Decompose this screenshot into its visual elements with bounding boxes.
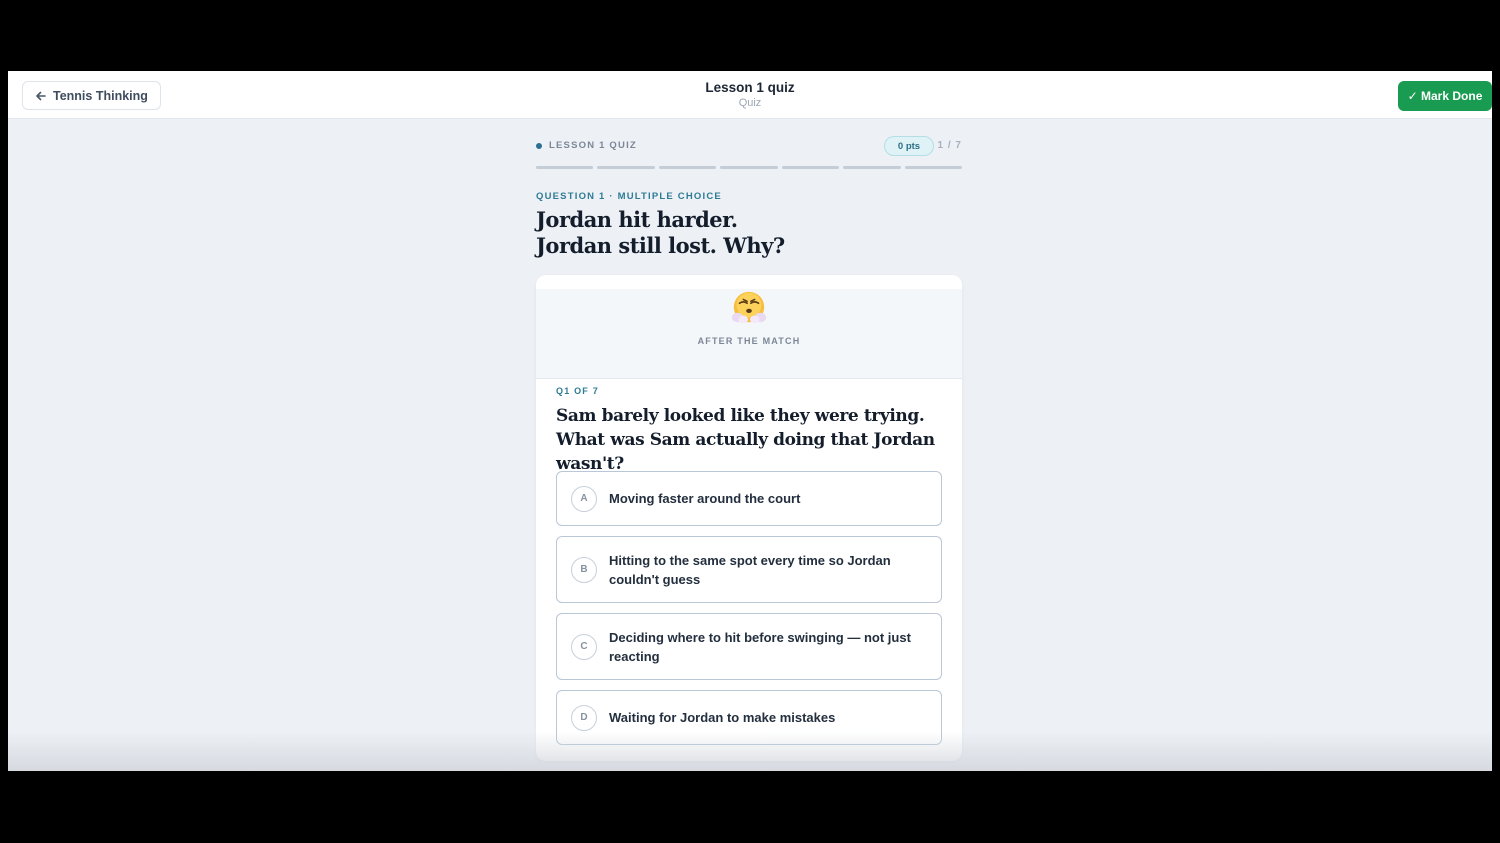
- question-card: AFTER THE MATCH Q1 OF 7 Sam barely looke…: [536, 275, 962, 761]
- question-counter: 1 / 7: [937, 140, 962, 151]
- quiz-header: LESSON 1 QUIZ 0 pts 1 / 7 QUESTION 1 · M…: [536, 133, 962, 258]
- progress-segment: [781, 166, 840, 169]
- quiz-status-row: LESSON 1 QUIZ 0 pts 1 / 7: [536, 133, 962, 159]
- progress-segment: [536, 166, 594, 169]
- question-type-label: QUESTION 1 · MULTIPLE CHOICE: [536, 191, 722, 202]
- quiz-screen: Tennis Thinking Lesson 1 quiz Quiz ✓ Mar…: [8, 71, 1492, 771]
- face-with-steam-emoji-icon: [731, 291, 767, 324]
- section-label: LESSON 1 QUIZ: [536, 140, 637, 151]
- scene-banner: AFTER THE MATCH: [536, 289, 962, 379]
- top-bar: Tennis Thinking Lesson 1 quiz Quiz ✓ Mar…: [8, 71, 1492, 119]
- progress-bar: [536, 166, 962, 169]
- page-subtitle: Quiz: [738, 97, 762, 109]
- dot-icon: [536, 142, 542, 149]
- option-label: Hitting to the same spot every time so J…: [609, 552, 891, 587]
- question-text: Sam barely looked like they were trying.…: [556, 406, 935, 474]
- bottom-fade: [8, 731, 1492, 771]
- page-title-group: Lesson 1 quiz Quiz: [8, 80, 1492, 109]
- answer-options: A Moving faster around the court B Hitti…: [556, 471, 942, 755]
- option-label: Waiting for Jordan to make mistakes: [609, 710, 836, 725]
- progress-segment: [843, 166, 901, 169]
- progress-segment: [597, 166, 655, 169]
- mark-done-button[interactable]: ✓ Mark Done: [1398, 81, 1492, 111]
- scene-label: AFTER THE MATCH: [697, 336, 801, 346]
- answer-option-b[interactable]: B Hitting to the same spot every time so…: [556, 536, 942, 603]
- option-label: Moving faster around the court: [609, 491, 801, 506]
- question-number: Q1 OF 7: [556, 386, 599, 396]
- option-letter: C: [571, 633, 597, 660]
- answer-option-a[interactable]: A Moving faster around the court: [556, 471, 942, 526]
- option-letter: A: [571, 485, 597, 512]
- progress-segment: [720, 166, 778, 169]
- progress-segment: [904, 166, 962, 169]
- points-badge: 0 pts: [884, 136, 934, 156]
- question-headline: Jordan hit harder. Jordan still lost. Wh…: [536, 207, 785, 258]
- page-title: Lesson 1 quiz: [705, 80, 795, 95]
- answer-option-c[interactable]: C Deciding where to hit before swinging …: [556, 613, 942, 680]
- option-label: Deciding where to hit before swinging — …: [609, 629, 911, 664]
- progress-segment: [658, 166, 717, 169]
- option-letter: B: [571, 556, 597, 583]
- section-label-text: LESSON 1 QUIZ: [549, 140, 637, 151]
- option-letter: D: [571, 704, 597, 731]
